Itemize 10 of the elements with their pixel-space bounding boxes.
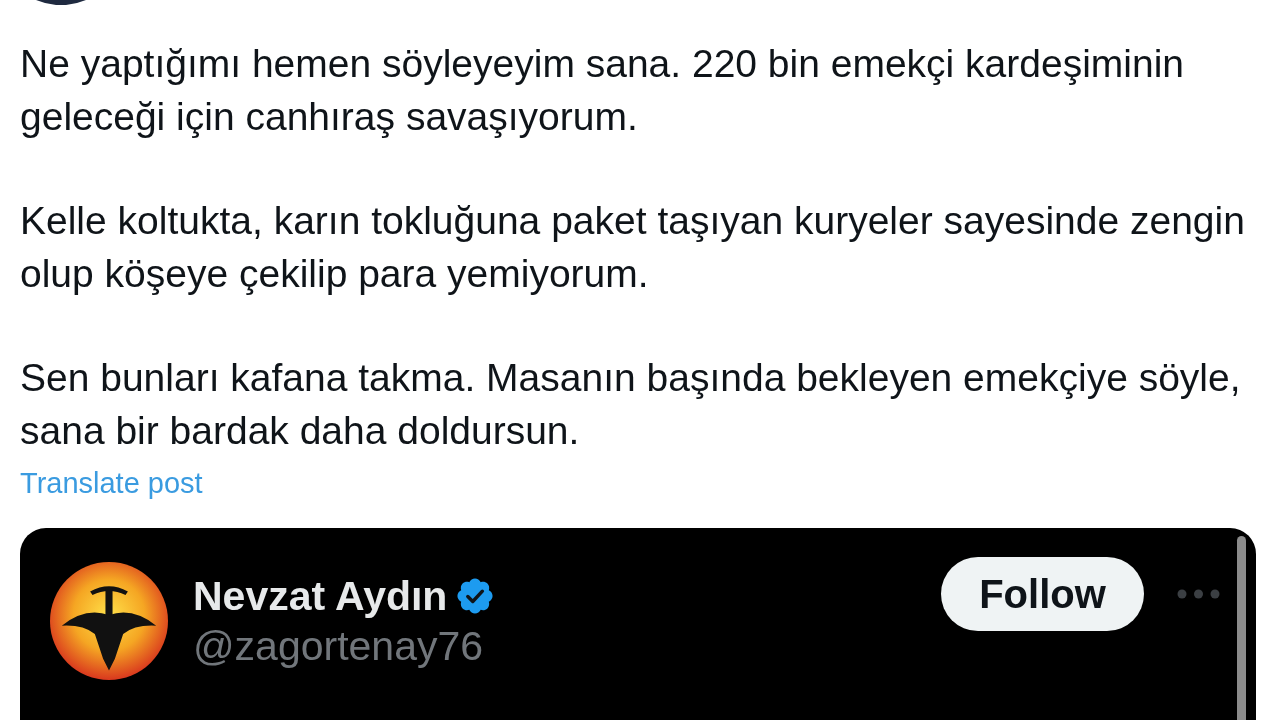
author-name: Nevzat Aydın [193,572,448,621]
avatar-icon [36,0,86,5]
author-handle: @zagortenay76 [193,622,484,671]
follow-button[interactable]: Follow [941,557,1144,631]
post-paragraph: Kelle koltukta, karın tokluğuna paket taşıyan kuryeler sayesinde zengin olup köşeye çekilip para yemiyorum. [20,198,1246,297]
post-paragraph: Sen bunları kafana takma. Masanın başında bekleyen emekçiye söyle, sana bir bardak daha doldursun. [20,355,1242,454]
scrollbar-thumb[interactable] [1237,536,1246,720]
bird-emblem-icon [50,562,168,680]
post-paragraph: Ne yaptığımı hemen söyleyeyim sana. 220 bin emekçi kardeşiminin geleceği için canhıraş savaşıyorum. [20,41,1186,140]
more-icon[interactable] [1177,589,1220,599]
